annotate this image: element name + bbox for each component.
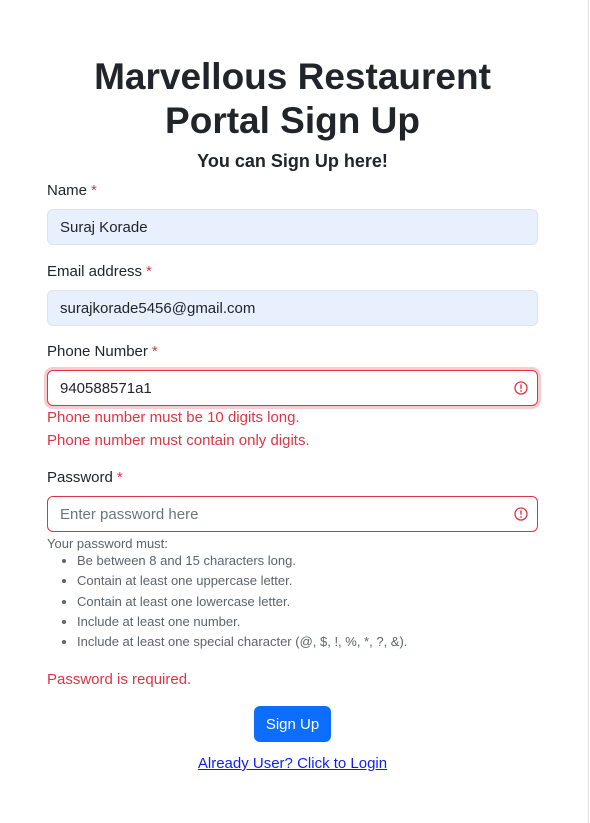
required-marker: *: [146, 263, 152, 280]
login-link-container: Already User? Click to Login: [47, 754, 538, 774]
email-input[interactable]: [47, 290, 538, 326]
phone-label-text: Phone Number: [47, 343, 148, 360]
password-rule: Contain at least one uppercase letter.: [77, 571, 407, 591]
required-marker: *: [151, 343, 158, 360]
email-label-text: Email address: [47, 263, 143, 280]
password-help-title: Your password must:: [47, 536, 168, 551]
phone-error-length: Phone number must be 10 digits long.: [47, 409, 300, 426]
password-rule: Include at least one special character (…: [77, 632, 407, 652]
password-rule: Include at least one number.: [77, 612, 407, 632]
password-rule: Be between 8 and 15 characters long.: [77, 551, 407, 571]
exclamation-circle-icon: [514, 381, 528, 395]
password-error: Password is required.: [47, 671, 192, 688]
email-label: Email address *: [47, 262, 152, 282]
password-rule: Contain at least one lowercase letter.: [77, 592, 407, 612]
exclamation-circle-icon: [514, 507, 528, 521]
phone-input[interactable]: [47, 370, 538, 406]
name-label-text: Name: [47, 182, 88, 199]
sign-up-button[interactable]: Sign Up: [254, 706, 331, 742]
page-subtitle: You can Sign Up here!: [197, 151, 388, 171]
password-requirements: Your password must: Be between 8 and 15 …: [47, 536, 407, 652]
login-link[interactable]: Already User? Click to Login: [198, 755, 387, 772]
phone-label: Phone Number *: [47, 342, 158, 362]
required-marker: *: [116, 469, 123, 486]
password-label: Password *: [47, 468, 123, 488]
required-marker: *: [91, 182, 97, 199]
phone-error-digits: Phone number must contain only digits.: [47, 432, 310, 449]
password-label-text: Password: [47, 469, 113, 486]
page-title: Marvellous Restaurent Portal Sign Up: [94, 56, 491, 141]
name-input[interactable]: [47, 209, 538, 245]
password-input[interactable]: [47, 496, 538, 532]
name-label: Name *: [47, 181, 97, 201]
password-rules-list: Be between 8 and 15 characters long. Con…: [47, 551, 407, 652]
